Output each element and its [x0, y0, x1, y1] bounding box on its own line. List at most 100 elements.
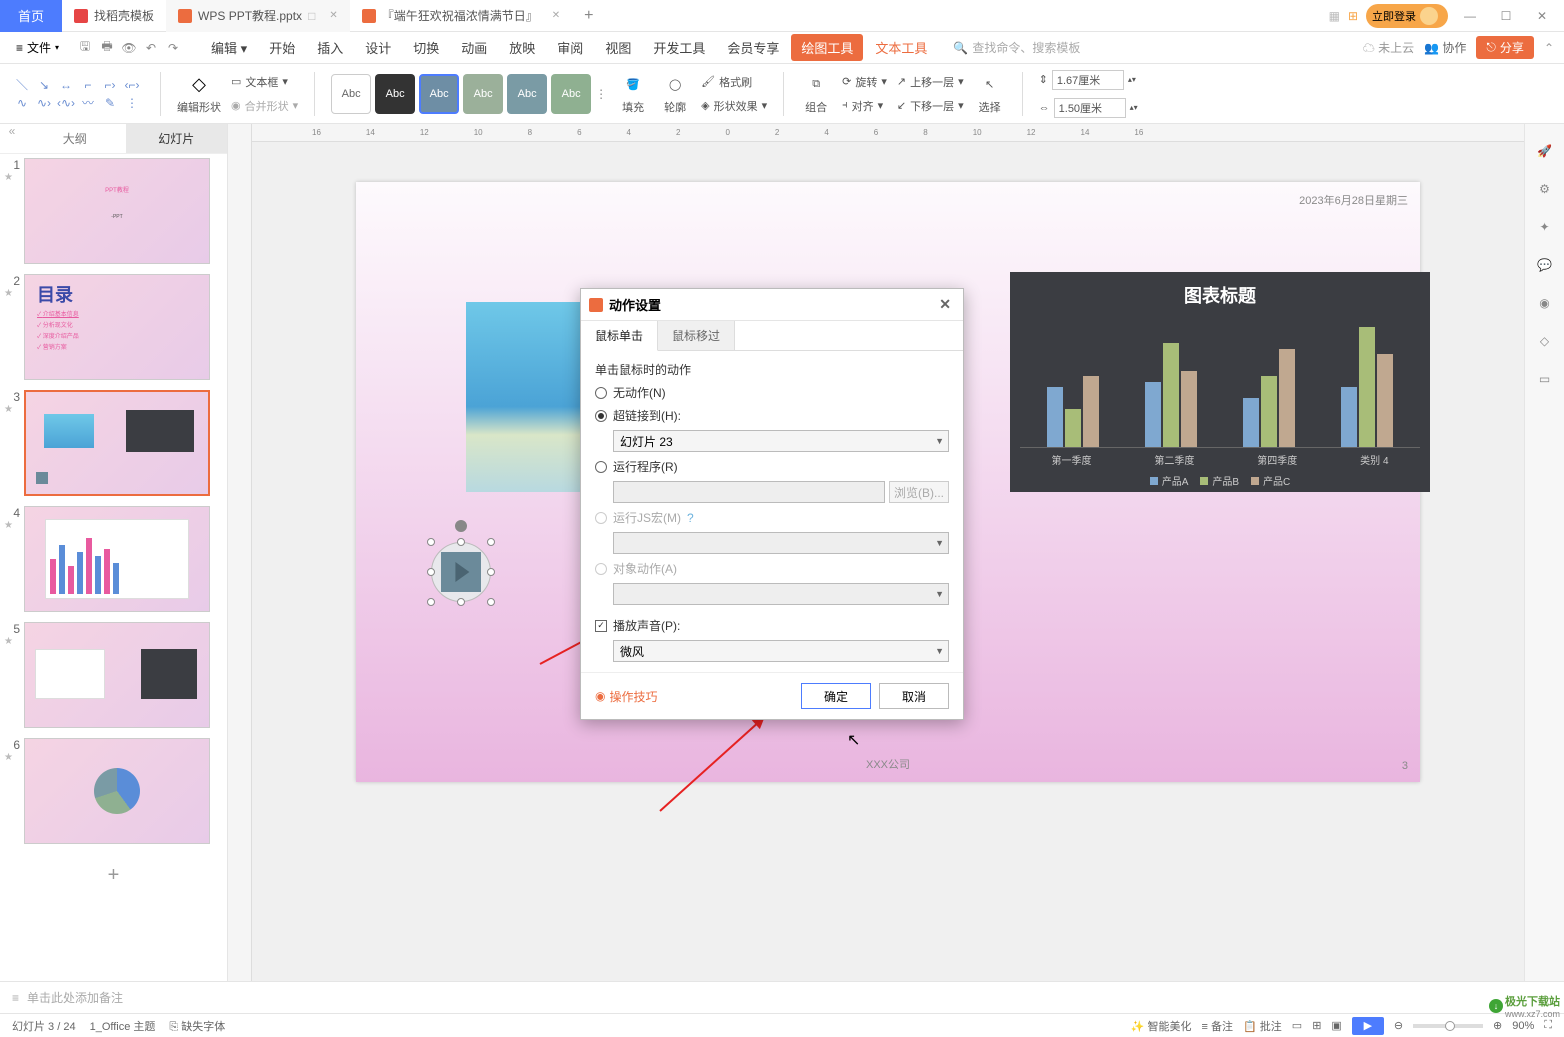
file-menu[interactable]: ≡ 文件 ▾	[10, 39, 65, 56]
double-arrow-tool[interactable]: ↔	[56, 77, 76, 93]
menu-tab-member[interactable]: 会员专享	[717, 34, 789, 61]
dialog-close-button[interactable]: ✕	[935, 296, 955, 313]
redo-icon[interactable]: ↷	[163, 38, 183, 58]
chart-object[interactable]: 图表标题 第一季度第二季度第四季度类别 4 产品A产品B产品C	[1010, 272, 1430, 492]
fit-icon[interactable]: ⛶	[1544, 1019, 1552, 1032]
add-slide-button[interactable]: +	[4, 854, 223, 897]
thumbnail-3-active[interactable]: 3★	[4, 390, 223, 496]
settings-icon[interactable]: ⚙	[1539, 182, 1550, 196]
login-button[interactable]: 立即登录	[1366, 4, 1448, 28]
curve-double-tool[interactable]: ‹∿›	[56, 95, 76, 111]
media-player-object[interactable]	[431, 542, 491, 602]
close-icon[interactable]: ✕	[1528, 2, 1556, 30]
rotate-button[interactable]: ⟳ 旋转 ▾	[842, 72, 887, 92]
tab-pin-icon[interactable]: □	[308, 9, 315, 23]
thumbnail-4[interactable]: 4★	[4, 506, 223, 612]
tab-document-active[interactable]: WPS PPT教程.pptx □ ✕	[166, 0, 350, 32]
menu-tab-edit[interactable]: 编辑 ▾	[201, 34, 257, 61]
shape-effects-button[interactable]: ◈ 形状效果 ▾	[701, 96, 767, 116]
thumbnail-2[interactable]: 2★ 目录 ✓ 介绍基本信息 ✓ 分析现文化 ✓ 深度介绍产品 ✓ 营销方案	[4, 274, 223, 380]
collab-button[interactable]: 👥 协作	[1424, 39, 1466, 56]
curve-tool[interactable]: ∿	[12, 95, 32, 111]
edit-shape-icon[interactable]: ◇	[187, 73, 211, 97]
style-swatch[interactable]: Abc	[463, 74, 503, 114]
width-input[interactable]: 1.50厘米	[1054, 98, 1126, 118]
line-tool[interactable]: ＼	[12, 77, 32, 93]
group-button[interactable]: ⧉ 组合	[800, 73, 832, 115]
rotate-handle[interactable]	[455, 520, 467, 532]
menu-tab-insert[interactable]: 插入	[307, 34, 353, 61]
resize-handle[interactable]	[487, 538, 495, 546]
tips-link[interactable]: 操作技巧	[609, 688, 657, 705]
view-reading-icon[interactable]: ▣	[1331, 1019, 1341, 1032]
menu-tab-transition[interactable]: 切换	[403, 34, 449, 61]
align-button[interactable]: ⫞ 对齐 ▾	[842, 96, 887, 116]
tab-mouse-click[interactable]: 鼠标单击	[581, 321, 658, 351]
missing-font[interactable]: ⎘ 缺失字体	[169, 1018, 225, 1034]
close-icon[interactable]: ✕	[329, 10, 337, 21]
comment-icon[interactable]: 💬	[1537, 258, 1552, 272]
height-input[interactable]: 1.67厘米	[1052, 70, 1124, 90]
menu-tab-text-tools[interactable]: 文本工具	[865, 34, 937, 61]
zoom-in-icon[interactable]: ⊕	[1493, 1019, 1502, 1032]
curve-arrow-tool[interactable]: ∿›	[34, 95, 54, 111]
grid-icon[interactable]: ▦	[1329, 9, 1340, 23]
notes-bar[interactable]: ≡ 单击此处添加备注	[0, 981, 1564, 1013]
menu-tab-drawing-tools[interactable]: 绘图工具	[791, 34, 863, 61]
menu-tab-review[interactable]: 审阅	[547, 34, 593, 61]
menu-tab-start[interactable]: 开始	[259, 34, 305, 61]
dialog-titlebar[interactable]: 动作设置 ✕	[581, 289, 963, 321]
zoom-slider[interactable]	[1413, 1024, 1483, 1028]
apps-icon[interactable]: ⊞	[1348, 9, 1358, 23]
resize-handle[interactable]	[457, 598, 465, 606]
search-input[interactable]: 🔍 查找命令、搜索模板	[953, 39, 1080, 56]
resize-handle[interactable]	[427, 538, 435, 546]
comment-toggle[interactable]: 📋 批注	[1243, 1018, 1282, 1034]
view-sorter-icon[interactable]: ⊞	[1312, 1019, 1321, 1032]
present-icon[interactable]: ▭	[1539, 372, 1550, 386]
outline-button[interactable]: ◯ 轮廓	[659, 73, 691, 115]
send-backward-button[interactable]: ↙ 下移一层 ▾	[897, 96, 964, 116]
preview-icon[interactable]: 👁	[119, 38, 139, 58]
outline-tab[interactable]: 大纲	[24, 124, 126, 153]
connector-double-tool[interactable]: ‹⌐›	[122, 77, 142, 93]
diamond-icon[interactable]: ◇	[1540, 334, 1549, 348]
cloud-save-button[interactable]: ☁ 未上云	[1363, 39, 1414, 56]
bring-forward-button[interactable]: ↗ 上移一层 ▾	[897, 72, 964, 92]
checkbox-play-sound[interactable]: ✓播放声音(P):	[595, 617, 949, 634]
star-icon[interactable]: ✦	[1539, 220, 1549, 234]
arrow-tool[interactable]: ↘	[34, 77, 54, 93]
fill-button[interactable]: 🪣 填充	[617, 73, 649, 115]
close-icon[interactable]: ✕	[552, 10, 560, 21]
resize-handle[interactable]	[427, 568, 435, 576]
connector-arrow-tool[interactable]: ⌐›	[100, 77, 120, 93]
connector-tool[interactable]: ⌐	[78, 77, 98, 93]
resize-handle[interactable]	[427, 598, 435, 606]
scribble-tool[interactable]: 〰	[78, 95, 98, 111]
maximize-icon[interactable]: ☐	[1492, 2, 1520, 30]
menu-tab-animation[interactable]: 动画	[451, 34, 497, 61]
rocket-icon[interactable]: 🚀	[1537, 144, 1552, 158]
resize-handle[interactable]	[487, 598, 495, 606]
thumbnail-5[interactable]: 5★	[4, 622, 223, 728]
format-painter-button[interactable]: 🖌 格式刷	[701, 72, 767, 92]
zoom-out-icon[interactable]: ⊖	[1394, 1019, 1403, 1032]
more-tool[interactable]: ⋮	[122, 95, 142, 111]
notes-toggle[interactable]: ≡ 备注	[1202, 1018, 1233, 1034]
tab-mouse-over[interactable]: 鼠标移过	[658, 321, 735, 350]
thumbnail-1[interactable]: 1★ PPT教程-PPT	[4, 158, 223, 264]
minimize-icon[interactable]: —	[1456, 2, 1484, 30]
thumbnail-list[interactable]: 1★ PPT教程-PPT 2★ 目录 ✓ 介绍基本信息 ✓ 分析现文化 ✓ 深度…	[0, 154, 227, 981]
resize-handle[interactable]	[457, 538, 465, 546]
menu-tab-slideshow[interactable]: 放映	[499, 34, 545, 61]
thumbnail-6[interactable]: 6★	[4, 738, 223, 844]
save-icon[interactable]: 🖫	[75, 38, 95, 58]
add-tab-button[interactable]: +	[572, 7, 605, 25]
cancel-button[interactable]: 取消	[879, 683, 949, 709]
print-icon[interactable]: 🖶	[97, 38, 117, 58]
style-swatch[interactable]: Abc	[551, 74, 591, 114]
home-tab[interactable]: 首页	[0, 0, 62, 32]
zoom-level[interactable]: 90%	[1512, 1020, 1534, 1032]
chevron-up-icon[interactable]: ⌃	[1544, 41, 1554, 55]
help-icon[interactable]: ?	[687, 511, 694, 525]
